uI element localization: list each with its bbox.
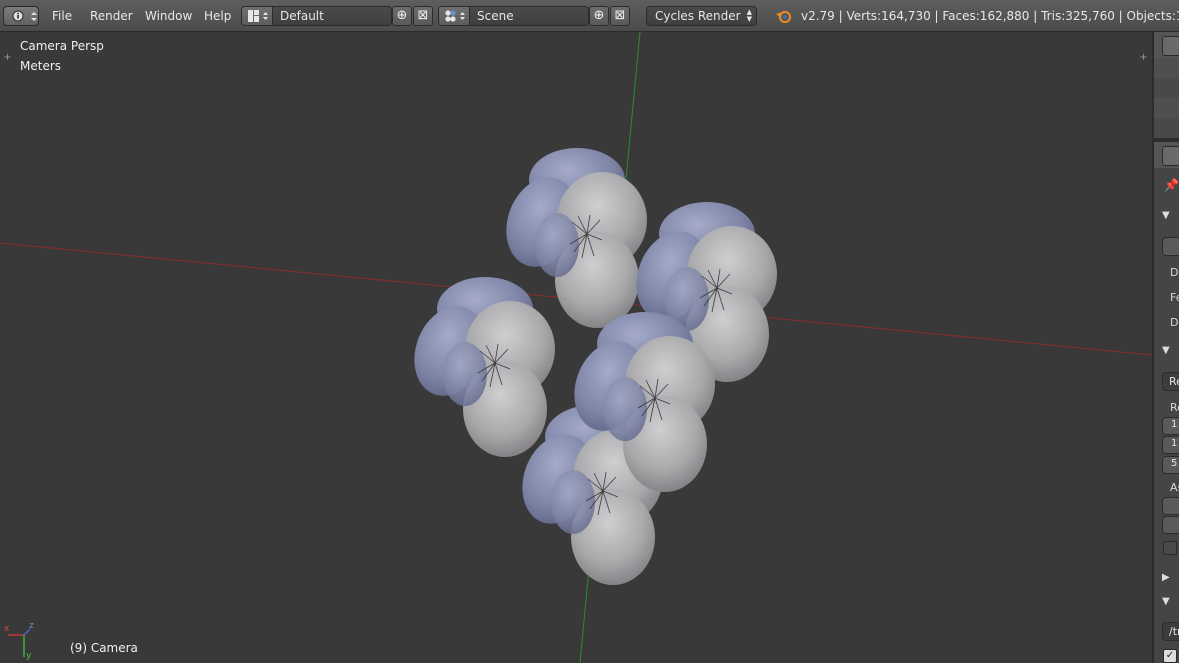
outliner-header xyxy=(1154,32,1179,58)
outliner-row[interactable] xyxy=(1154,78,1179,98)
gizmo-y-label: y xyxy=(26,651,32,661)
prop-label: As xyxy=(1170,481,1179,494)
panel-expand-icon[interactable]: ▼ xyxy=(1162,210,1170,221)
pin-icon[interactable]: 📌 xyxy=(1164,178,1179,192)
close-icon: ⊠ xyxy=(614,8,626,23)
flower-mesh[interactable] xyxy=(401,276,556,458)
outliner-editor-icon[interactable] xyxy=(1162,36,1179,56)
pin-row: 📌 xyxy=(1154,178,1179,196)
render-engine-label: Cycles Render xyxy=(655,9,741,23)
screen-layout-add-button[interactable]: ⊕ xyxy=(392,6,412,26)
screen-layout-name: Default xyxy=(280,9,324,23)
overwrite-checkbox[interactable]: ✓ xyxy=(1163,649,1177,663)
properties-editor-icon[interactable] xyxy=(1162,146,1179,166)
blender-logo-icon xyxy=(776,11,791,23)
prop-label: Di xyxy=(1170,266,1179,279)
viewport-scene xyxy=(0,32,1152,663)
active-object-label: (9) Camera xyxy=(70,641,138,655)
gizmo-z-label: z xyxy=(29,621,34,631)
resolution-x-field[interactable]: 1 xyxy=(1162,417,1179,435)
scene-icon xyxy=(445,10,465,22)
toolshelf-expand-icon[interactable]: + xyxy=(3,53,12,63)
scene-field[interactable]: Scene xyxy=(438,6,589,26)
menu-file[interactable]: File xyxy=(52,0,72,32)
aspect-y-field[interactable] xyxy=(1162,516,1179,534)
panel-collapsed-icon[interactable]: ▶ xyxy=(1162,572,1170,583)
menu-help[interactable]: Help xyxy=(204,0,231,32)
scene-name: Scene xyxy=(477,9,514,23)
properties-header xyxy=(1154,142,1179,168)
outliner-row[interactable] xyxy=(1154,118,1179,138)
scene-statistics: v2.79 | Verts:164,730 | Faces:162,880 | … xyxy=(801,9,1179,23)
editor-type-selector[interactable] xyxy=(3,6,39,26)
output-path-field[interactable]: /tr xyxy=(1162,622,1179,641)
scene-browse[interactable] xyxy=(439,7,470,25)
properties-panel[interactable]: 📌 ▼ Di Fe De ▼ Re Re 1 1 5 As ▶ ▼ /tr ✓ xyxy=(1152,32,1179,663)
prop-label: De xyxy=(1170,316,1179,329)
camera-icon[interactable] xyxy=(1162,237,1179,256)
panel-expand-icon[interactable]: ▼ xyxy=(1162,345,1170,356)
screen-layout-icon xyxy=(248,10,268,22)
prop-label: Re xyxy=(1170,401,1179,414)
3d-viewport[interactable]: Camera Persp Meters (9) Camera x y z + + xyxy=(0,32,1152,663)
menu-window[interactable]: Window xyxy=(145,0,192,32)
screen-layout-field[interactable]: Default xyxy=(241,6,392,26)
outliner-row[interactable] xyxy=(1154,98,1179,118)
render-engine-dropdown[interactable]: Cycles Render ▲ ▼ xyxy=(646,6,757,26)
add-icon: ⊕ xyxy=(593,8,605,23)
resolution-y-field[interactable]: 1 xyxy=(1162,436,1179,454)
outliner-row[interactable] xyxy=(1154,58,1179,78)
aspect-x-field[interactable] xyxy=(1162,497,1179,515)
menu-render[interactable]: Render xyxy=(90,0,133,32)
screen-layout-browse[interactable] xyxy=(242,7,273,25)
border-checkbox[interactable] xyxy=(1163,541,1177,555)
resolution-percent-field[interactable]: 5 xyxy=(1162,456,1179,474)
gizmo-x-label: x xyxy=(4,624,10,634)
chevron-updown-icon: ▲ ▼ xyxy=(746,8,752,23)
panel-expand-icon[interactable]: ▼ xyxy=(1162,596,1170,607)
scene-add-button[interactable]: ⊕ xyxy=(589,6,609,26)
view-name: Camera Persp xyxy=(20,39,104,53)
info-header: File Render Window Help Default ⊕ ⊠ Scen… xyxy=(0,0,1179,32)
screen-layout-delete-button[interactable]: ⊠ xyxy=(413,6,433,26)
scene-delete-button[interactable]: ⊠ xyxy=(610,6,630,26)
render-preset-button[interactable]: Re xyxy=(1162,372,1179,391)
properties-expand-icon[interactable]: + xyxy=(1139,53,1148,63)
info-icon xyxy=(12,10,37,22)
close-icon: ⊠ xyxy=(417,8,429,23)
prop-label: Fe xyxy=(1170,291,1179,304)
add-icon: ⊕ xyxy=(396,8,408,23)
units-label: Meters xyxy=(20,59,62,73)
